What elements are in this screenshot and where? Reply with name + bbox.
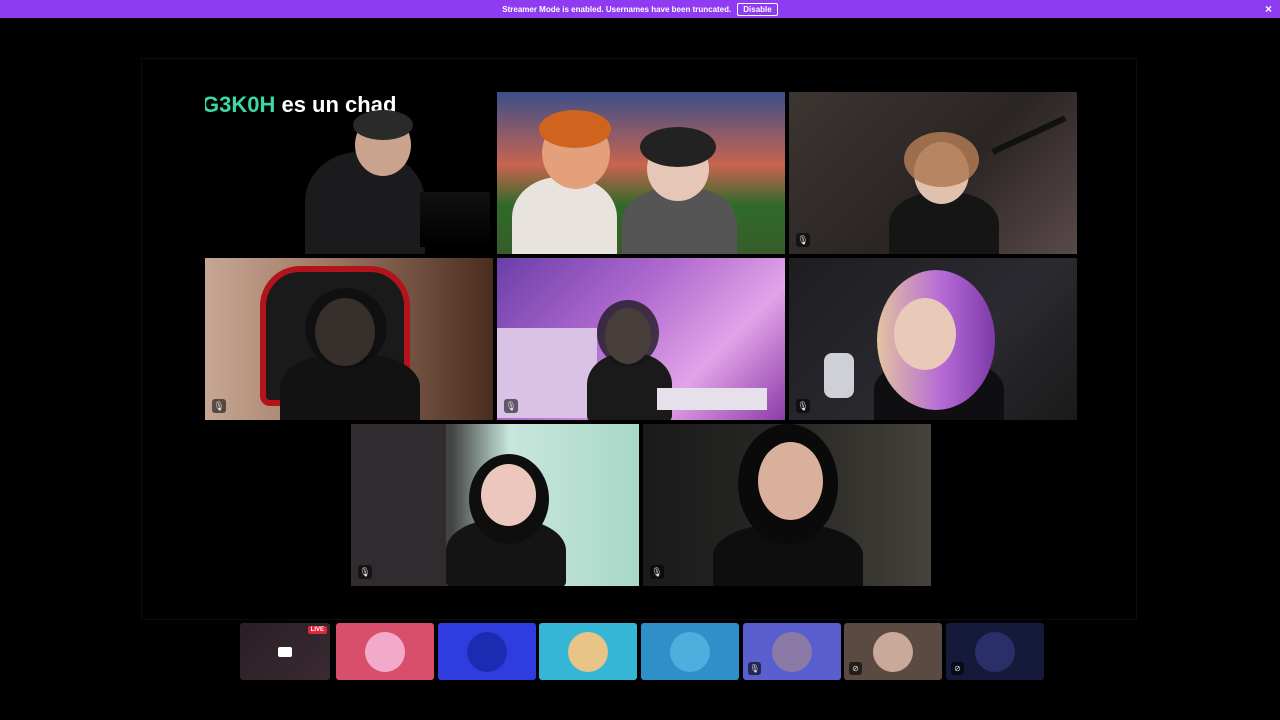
live-badge: LIVE <box>307 626 327 634</box>
participant-thumb[interactable]: 🎙 <box>743 623 841 680</box>
participant-thumb[interactable] <box>438 623 536 680</box>
mute-icon: 🎙 <box>796 399 810 413</box>
participant-thumb[interactable] <box>539 623 637 680</box>
disable-streamer-mode-button[interactable]: Disable <box>737 2 778 16</box>
avatar <box>568 631 608 672</box>
mute-icon: 🎙 <box>358 565 372 579</box>
participant-thumb[interactable] <box>641 623 739 680</box>
streamer-head <box>894 298 956 370</box>
avatar <box>975 631 1015 672</box>
headset-icon <box>353 110 413 140</box>
stream-tile[interactable]: 🎙 <box>205 258 493 420</box>
mute-icon: 🎙 <box>212 399 226 413</box>
microphone-icon <box>824 353 854 398</box>
participant-thumb[interactable]: ⊘ <box>844 623 942 680</box>
deafen-icon: ⊘ <box>951 662 964 675</box>
streamer-mode-message: Streamer Mode is enabled. Usernames have… <box>502 4 732 14</box>
mute-icon: 🎙 <box>650 565 664 579</box>
stream-tile[interactable]: 🎙 <box>497 258 785 420</box>
avatar <box>772 631 812 672</box>
avatar <box>467 631 507 672</box>
avatar <box>873 631 913 672</box>
screen-share-icon <box>278 646 292 657</box>
streamer-head <box>481 464 536 526</box>
avatar <box>365 631 405 672</box>
mute-icon: 🎙 <box>504 399 518 413</box>
chat-overlay <box>420 192 490 247</box>
desk-keyboard <box>657 388 767 410</box>
stream-tile[interactable] <box>497 92 785 254</box>
avatar <box>670 631 710 672</box>
streamer-figure <box>512 177 617 254</box>
close-banner-icon[interactable]: × <box>1265 2 1272 16</box>
stream-tile[interactable]: 🎙 <box>789 92 1077 254</box>
mute-icon: 🎙 <box>796 233 810 247</box>
streamer-head <box>758 442 823 520</box>
streamer-hair <box>539 110 611 148</box>
participant-thumb-live[interactable]: LIVE <box>240 623 330 680</box>
stream-tile[interactable]: 🎙 <box>789 258 1077 420</box>
streamer-hair <box>640 127 716 167</box>
streamer-hair <box>305 288 387 368</box>
streamer-hair <box>597 300 659 366</box>
participant-thumb[interactable] <box>336 623 434 680</box>
microphone-arm <box>991 115 1067 155</box>
participant-thumb[interactable]: ⊘ <box>946 623 1044 680</box>
stream-tile[interactable]: 🎙 <box>351 424 639 586</box>
streamer-hair <box>904 132 979 187</box>
plush-shelf <box>351 424 446 586</box>
stream-tile[interactable]: 🎙 <box>643 424 931 586</box>
streamer-mode-banner: Streamer Mode is enabled. Usernames have… <box>0 0 1280 18</box>
mute-icon: 🎙 <box>748 662 761 675</box>
deafen-icon: ⊘ <box>849 662 862 675</box>
stream-tile[interactable]: G3K0H es un chad <box>205 92 493 254</box>
